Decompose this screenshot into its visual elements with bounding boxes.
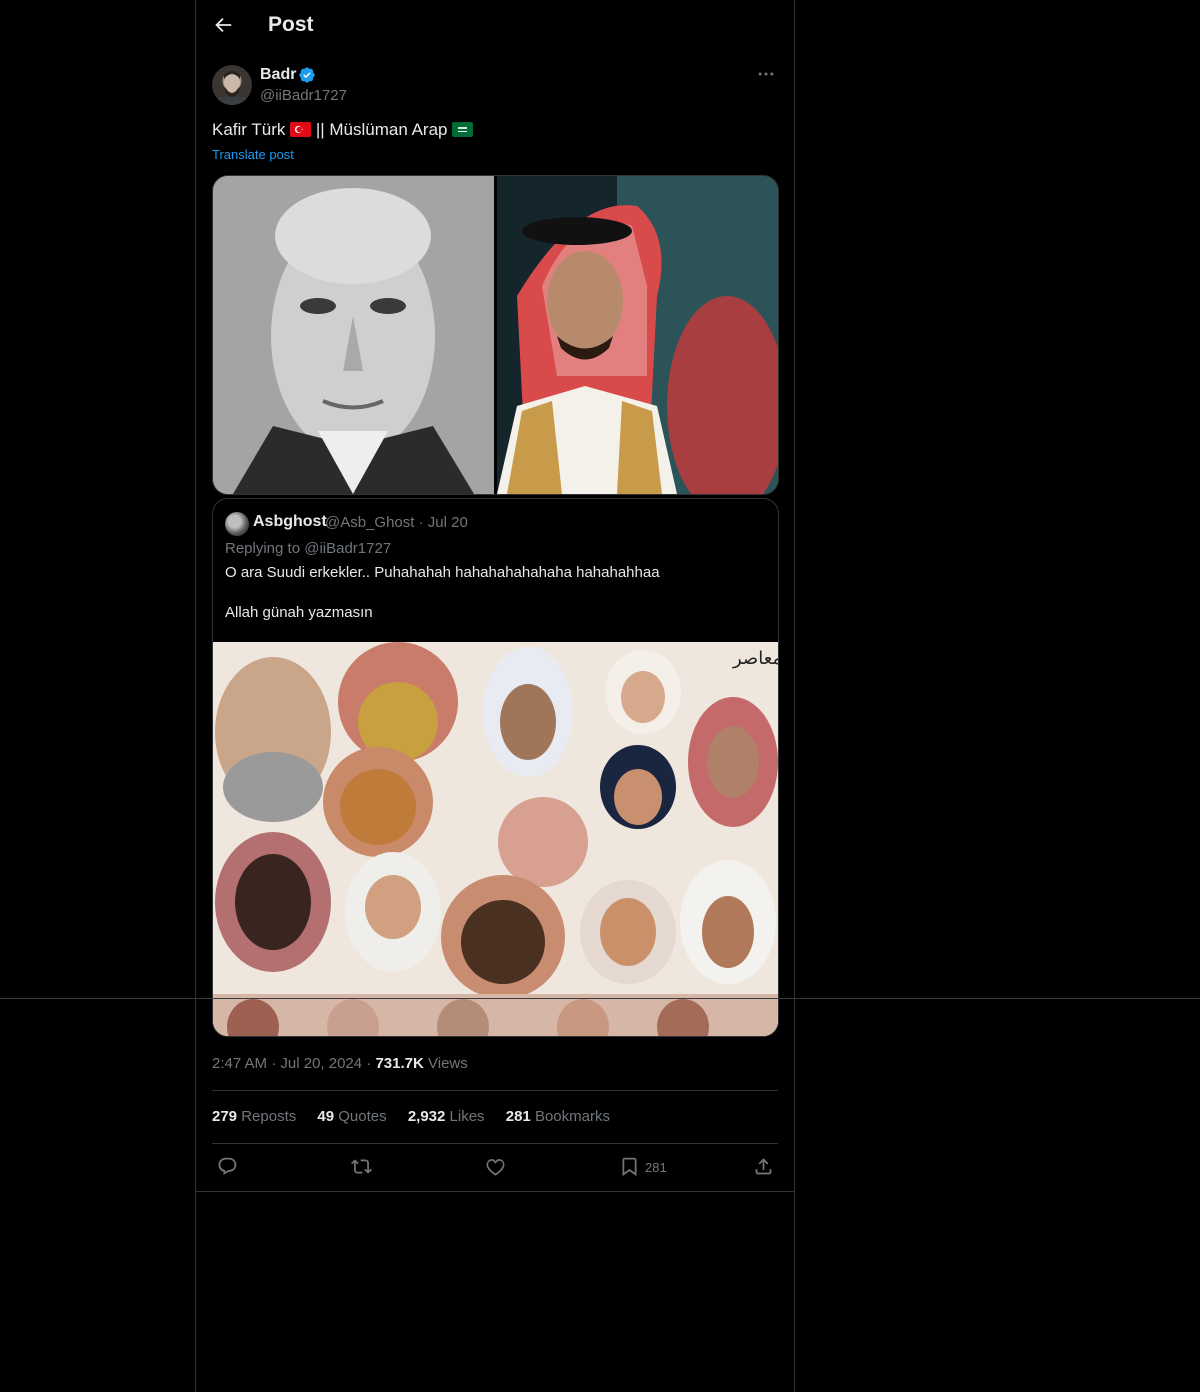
main-column: Post Badr @iiBadr1727 Kafir Türk || Müsl… — [195, 0, 795, 1392]
quote-date: Jul 20 — [427, 514, 468, 531]
quotes-count: 49 — [317, 1108, 335, 1125]
quote-author-name: Asbghost — [253, 513, 327, 530]
translate-post-link[interactable]: Translate post — [212, 147, 294, 162]
like-icon — [486, 1159, 505, 1176]
quoted-post[interactable]: Asbghost @Asb_Ghost · Jul 20 Replying to… — [212, 498, 779, 1037]
likes-stat[interactable]: 2,932 Likes — [408, 1108, 485, 1125]
like-button[interactable] — [485, 1156, 506, 1180]
turkey-flag-icon — [290, 122, 312, 137]
share-icon — [755, 1158, 772, 1175]
bookmark-button[interactable]: 281 — [619, 1156, 679, 1180]
replying-handle[interactable]: @iiBadr1727 — [304, 540, 391, 557]
quote-media[interactable]: معاصر — [213, 642, 778, 1036]
divider — [212, 1143, 778, 1144]
more-icon — [758, 72, 774, 76]
post-media[interactable] — [212, 175, 779, 495]
bookmarks-stat[interactable]: 281 Bookmarks — [506, 1108, 610, 1125]
meta-dot: · — [366, 1055, 372, 1072]
views-count: 731.7K — [375, 1055, 424, 1072]
quote-replying-to: Replying to @iiBadr1727 — [225, 540, 391, 557]
avatar[interactable] — [212, 65, 252, 105]
quote-author-handle: @Asb_Ghost — [325, 514, 415, 531]
bookmark-count: 281 — [645, 1160, 667, 1175]
media-photo-left[interactable] — [213, 176, 494, 494]
horizontal-guide-line — [0, 998, 1200, 999]
post-meta: 2:47 AM · Jul 20, 2024 · 731.7K Views — [212, 1055, 468, 1072]
reposts-count: 279 — [212, 1108, 238, 1125]
divider — [212, 1090, 778, 1091]
header: Post — [196, 0, 794, 54]
more-button[interactable] — [756, 64, 780, 86]
action-bar: 281 — [196, 1145, 794, 1191]
post-time[interactable]: 2:47 AM — [212, 1055, 267, 1072]
post-text-part2: || Müslüman Arap — [311, 120, 453, 139]
verified-badge-icon — [298, 66, 316, 84]
meta-dot: · — [271, 1055, 277, 1072]
reply-button[interactable] — [217, 1156, 238, 1180]
divider — [196, 1191, 794, 1192]
reposts-stat[interactable]: 279 Reposts — [212, 1108, 296, 1125]
quote-text-line2: Allah günah yazmasın — [225, 604, 373, 621]
quote-dot: · — [418, 514, 424, 531]
views-label: Views — [428, 1055, 468, 1072]
post-stats: 279 Reposts 49 Quotes 2,932 Likes 281 Bo… — [212, 1108, 627, 1125]
quote-meta: @Asb_Ghost · Jul 20 — [325, 514, 468, 531]
post-text-part1: Kafir Türk — [212, 120, 291, 139]
share-button[interactable] — [753, 1156, 774, 1180]
post-text: Kafir Türk || Müslüman Arap — [212, 120, 474, 140]
svg-text:معاصر: معاصر — [732, 648, 778, 669]
replying-prefix: Replying to — [225, 540, 305, 557]
repost-icon — [351, 1159, 372, 1174]
page-title: Post — [268, 13, 314, 36]
bookmarks-count: 281 — [505, 1108, 531, 1125]
author-name[interactable]: Badr — [260, 66, 296, 84]
quotes-stat[interactable]: 49 Quotes — [317, 1108, 386, 1125]
reposts-label: Reposts — [241, 1108, 297, 1125]
likes-label: Likes — [449, 1108, 485, 1125]
bookmarks-label: Bookmarks — [534, 1108, 610, 1125]
quote-text-line1: O ara Suudi erkekler.. Puhahahah hahahah… — [225, 564, 660, 581]
repost-button[interactable] — [351, 1156, 372, 1180]
author-handle[interactable]: @iiBadr1727 — [260, 87, 347, 104]
back-button[interactable] — [212, 14, 238, 40]
media-photo-right[interactable] — [497, 176, 778, 494]
saudi-flag-icon — [452, 122, 474, 137]
back-arrow-icon — [215, 17, 232, 33]
bookmark-icon — [622, 1157, 637, 1177]
quote-avatar — [225, 512, 249, 536]
reply-icon — [218, 1157, 237, 1175]
likes-count: 2,932 — [407, 1108, 446, 1125]
post-date[interactable]: Jul 20, 2024 — [280, 1055, 362, 1072]
quotes-label: Quotes — [338, 1108, 387, 1125]
